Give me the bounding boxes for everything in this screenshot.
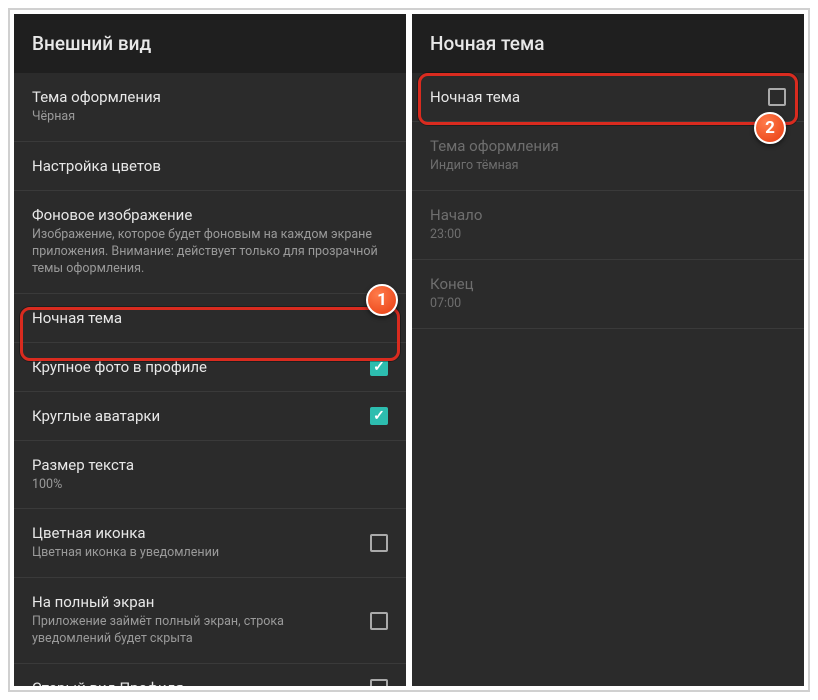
row-theme[interactable]: Тема оформления Чёрная — [14, 73, 406, 142]
row-large-photo[interactable]: Крупное фото в профиле — [14, 343, 406, 392]
row-color-icon[interactable]: Цветная иконка Цветная иконка в уведомле… — [14, 509, 406, 578]
row-sub: Чёрная — [32, 109, 388, 126]
checkbox-icon[interactable] — [370, 407, 388, 425]
left-list: Тема оформления Чёрная Настройка цветов … — [14, 73, 406, 686]
row-background-image[interactable]: Фоновое изображение Изображение, которое… — [14, 191, 406, 294]
row-start-time: Начало 23:00 — [412, 191, 804, 260]
row-sub: Цветная иконка в уведомлении — [32, 545, 358, 562]
row-text-size[interactable]: Размер текста 100% — [14, 441, 406, 510]
row-sub: Изображение, которое будет фоновым на ка… — [32, 227, 388, 278]
row-title: Цветная иконка — [32, 524, 358, 542]
row-sub: Индиго тёмная — [430, 158, 786, 175]
row-title: Ночная тема — [32, 309, 388, 327]
row-title: Конец — [430, 275, 786, 293]
row-old-profile[interactable]: Старый вид Профиля — [14, 664, 406, 686]
right-list: Ночная тема Тема оформления Индиго тёмна… — [412, 73, 804, 686]
row-title: Начало — [430, 206, 786, 224]
row-title: Размер текста — [32, 456, 388, 474]
row-sub: 100% — [32, 477, 388, 494]
row-title: Старый вид Профиля — [32, 679, 358, 686]
left-panel: Внешний вид Тема оформления Чёрная Настр… — [14, 14, 406, 686]
row-sub: 23:00 — [430, 227, 786, 244]
right-header: Ночная тема — [412, 14, 804, 73]
row-title: Настройка цветов — [32, 157, 388, 175]
row-round-avatars[interactable]: Круглые аватарки — [14, 392, 406, 441]
row-fullscreen[interactable]: На полный экран Приложение займёт полный… — [14, 578, 406, 664]
row-sub: 07:00 — [430, 296, 786, 313]
row-sub: Приложение займёт полный экран, строка у… — [32, 614, 358, 648]
row-title: Тема оформления — [32, 88, 388, 106]
row-end-time: Конец 07:00 — [412, 260, 804, 329]
right-panel: Ночная тема Ночная тема Тема оформления … — [412, 14, 804, 686]
checkbox-icon[interactable] — [370, 679, 388, 686]
checkbox-icon[interactable] — [370, 358, 388, 376]
checkbox-icon[interactable] — [768, 88, 786, 106]
left-header: Внешний вид — [14, 14, 406, 73]
row-night-theme-select: Тема оформления Индиго тёмная — [412, 122, 804, 191]
row-title: Круглые аватарки — [32, 407, 358, 425]
row-night-toggle[interactable]: Ночная тема — [412, 73, 804, 122]
row-title: Тема оформления — [430, 137, 786, 155]
row-colors[interactable]: Настройка цветов — [14, 142, 406, 191]
row-title: Фоновое изображение — [32, 206, 388, 224]
row-title: Крупное фото в профиле — [32, 358, 358, 376]
row-night-theme[interactable]: Ночная тема — [14, 294, 406, 343]
checkbox-icon[interactable] — [370, 612, 388, 630]
checkbox-icon[interactable] — [370, 534, 388, 552]
row-title: На полный экран — [32, 593, 358, 611]
row-title: Ночная тема — [430, 88, 756, 106]
